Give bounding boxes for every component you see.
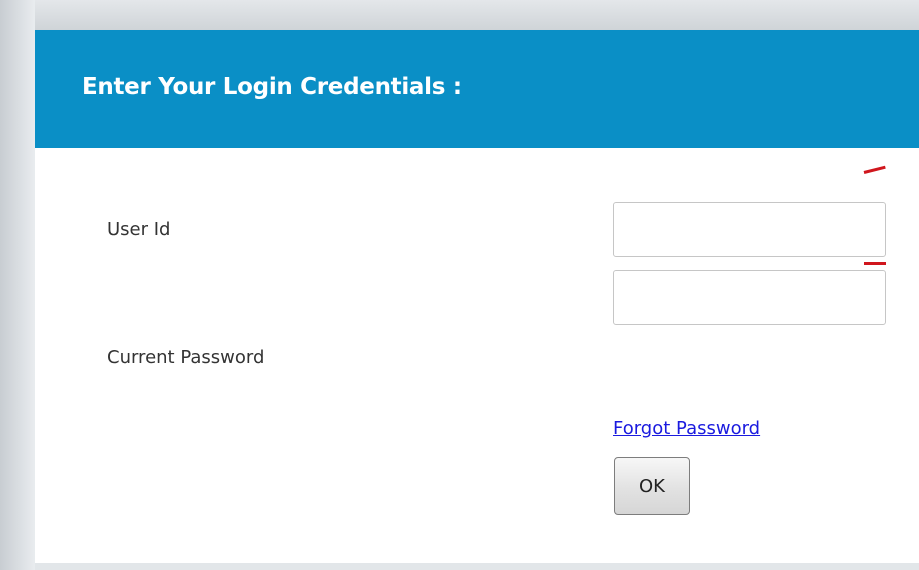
frame-left-border xyxy=(0,0,35,570)
panel-bottom-border xyxy=(35,563,919,570)
login-header: Enter Your Login Credentials : xyxy=(35,30,919,148)
frame-top-border xyxy=(0,0,919,30)
user-id-input[interactable] xyxy=(613,202,886,257)
login-panel: Enter Your Login Credentials : User Id C… xyxy=(35,30,919,563)
password-input[interactable] xyxy=(613,270,886,325)
annotation-marker-password xyxy=(864,262,886,265)
ok-button[interactable]: OK xyxy=(614,457,690,515)
login-title: Enter Your Login Credentials : xyxy=(82,74,462,100)
user-id-label: User Id xyxy=(107,219,171,240)
forgot-password-link[interactable]: Forgot Password xyxy=(613,418,760,439)
current-password-label: Current Password xyxy=(107,347,265,368)
window-frame: Enter Your Login Credentials : User Id C… xyxy=(0,0,919,570)
